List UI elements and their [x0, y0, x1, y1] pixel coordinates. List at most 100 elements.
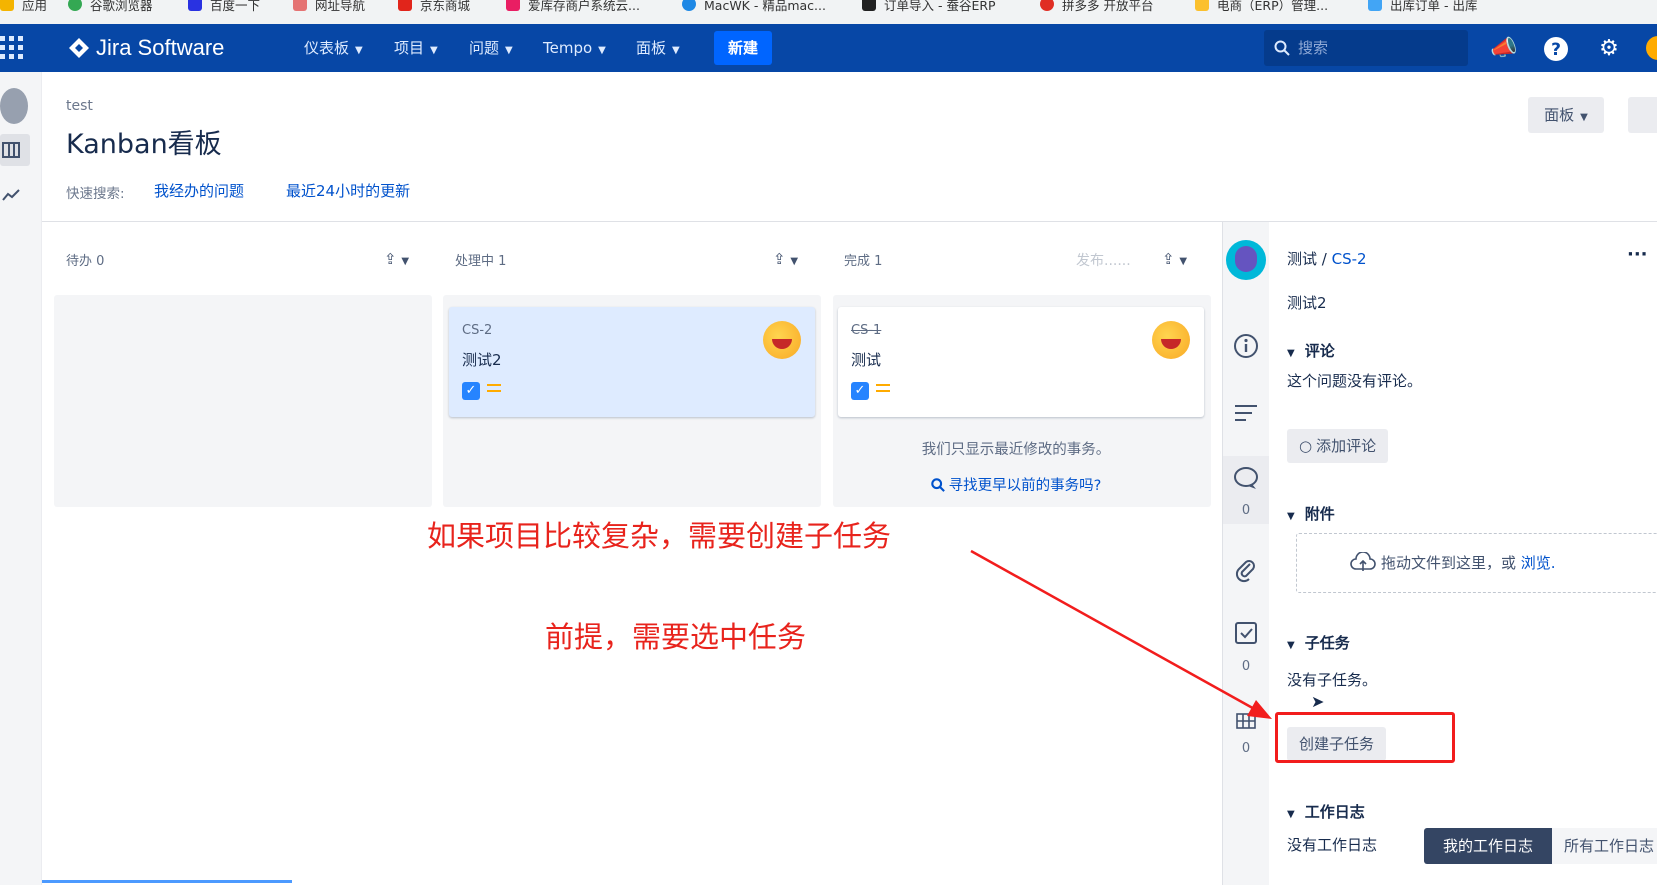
project-name[interactable]: test — [66, 98, 93, 114]
reports-chart-icon[interactable] — [2, 188, 20, 202]
issue-summary: 测试2 — [462, 351, 502, 369]
attachments-section-toggle[interactable]: ▼ 附件 — [1287, 503, 1335, 524]
issue-breadcrumb: 测试 / CS-2 — [1287, 248, 1367, 269]
issue-card-cs-2[interactable]: CS-2 测试2 ✓ — [449, 307, 815, 417]
issue-summary: 测试 — [851, 351, 882, 369]
nav-tempo[interactable]: Tempo ▼ — [543, 24, 606, 72]
nav-projects[interactable]: 项目 ▼ — [394, 24, 438, 72]
bookmark-item[interactable]: 谷歌浏览器 — [68, 0, 153, 14]
comment-icon[interactable] — [1232, 466, 1260, 490]
jd-icon — [398, 0, 412, 11]
macwk-icon — [682, 0, 696, 11]
bottom-progress-line — [42, 880, 292, 883]
left-sidebar — [0, 72, 42, 885]
jira-diamond-icon — [69, 38, 89, 58]
share-icon: ⇪ — [384, 250, 397, 268]
product-name: Jira Software — [96, 35, 225, 60]
quick-filter-my-issues[interactable]: 我经办的问题 — [154, 180, 244, 201]
create-button[interactable]: 新建 — [714, 31, 772, 65]
issue-key[interactable]: CS-1 — [851, 323, 881, 338]
release-button[interactable]: 发布...... — [1076, 250, 1131, 270]
chevron-down-icon: ▼ — [430, 45, 438, 56]
more-actions-icon[interactable]: ··· — [1627, 244, 1648, 265]
add-comment-button[interactable]: ○ 添加评论 — [1287, 429, 1389, 463]
star-icon — [1195, 0, 1209, 11]
nav-dashboards[interactable]: 仪表板 ▼ — [304, 24, 363, 72]
find-older-issues-link[interactable]: 寻找更早以前的事务吗? — [833, 474, 1199, 495]
settings-gear-icon[interactable]: ⚙ — [1596, 36, 1622, 62]
nav-boards[interactable]: 面板 ▼ — [636, 24, 680, 72]
project-avatar-icon — [1226, 240, 1266, 280]
breadcrumb-issue-key[interactable]: CS-2 — [1332, 250, 1367, 268]
bookmark-item[interactable]: 京东商城 — [398, 0, 470, 14]
pinduoduo-icon — [1040, 0, 1054, 11]
baidu-icon — [188, 0, 202, 11]
description-lines-icon[interactable] — [1232, 402, 1260, 424]
worklog-section-toggle[interactable]: ▼ 工作日志 — [1287, 801, 1365, 822]
tab-my-worklog[interactable]: 我的工作日志 — [1424, 828, 1552, 864]
store-icon — [506, 0, 520, 11]
bookmark-item[interactable]: MacWK - 精品mac... — [682, 0, 826, 14]
page-title: Kanban看板 — [66, 129, 222, 160]
chrome-icon — [68, 0, 82, 11]
column-header-todo: 待办 0 — [66, 254, 105, 269]
app-switcher-icon[interactable] — [0, 34, 26, 62]
expand-button[interactable] — [1628, 97, 1657, 133]
bookmark-item[interactable]: 订单导入 - 蚕谷ERP — [862, 0, 996, 14]
heart-icon — [1368, 0, 1382, 11]
worklog-grid-icon[interactable] — [1232, 712, 1260, 730]
breadcrumb-project[interactable]: 测试 / — [1287, 250, 1332, 268]
drop-zone-text: 拖动文件到这里，或 浏览. — [1349, 551, 1556, 573]
chevron-down-icon: ▼ — [1287, 348, 1295, 359]
bookmark-apps[interactable]: 应用 — [0, 0, 47, 14]
comment-count: 0 — [1241, 503, 1251, 518]
browse-link[interactable]: 浏览. — [1521, 554, 1556, 572]
annotation-text-2: 前提，需要选中任务 — [545, 620, 807, 654]
bookmark-item[interactable]: 电商（ERP）管理... — [1195, 0, 1328, 14]
bookmark-item[interactable]: 百度一下 — [188, 0, 260, 14]
subtasks-section-toggle[interactable]: ▼ 子任务 — [1287, 632, 1350, 653]
issue-key[interactable]: CS-2 — [462, 323, 492, 338]
attachment-paperclip-icon[interactable] — [1232, 556, 1260, 584]
erp-icon — [862, 0, 876, 11]
subtask-checklist-icon[interactable] — [1232, 621, 1260, 647]
sidebar-item-board[interactable] — [0, 134, 30, 166]
board-menu-button[interactable]: 面板 ▼ — [1528, 97, 1604, 133]
search-icon — [1274, 40, 1290, 56]
bookmark-item[interactable]: 网址导航 — [293, 0, 365, 14]
column-todo-actions[interactable]: ⇪ ▼ — [384, 250, 409, 268]
share-icon: ⇪ — [1162, 250, 1175, 268]
chevron-down-icon: ▼ — [1179, 256, 1188, 267]
search-input[interactable] — [1298, 30, 1458, 66]
comments-section-toggle[interactable]: ▼ 评论 — [1287, 340, 1335, 361]
bookmark-item[interactable]: 拼多多 开放平台 — [1040, 0, 1153, 14]
issue-card-cs-1[interactable]: CS-1 测试 ✓ — [838, 307, 1204, 417]
chevron-down-icon: ▼ — [672, 45, 680, 56]
assignee-avatar[interactable] — [763, 321, 801, 359]
tab-all-worklog[interactable]: 所有工作日志 — [1552, 828, 1657, 864]
nav-issues[interactable]: 问题 ▼ — [469, 24, 513, 72]
quick-filters-label: 快速搜索: — [66, 186, 125, 202]
bookmark-item[interactable]: 出库订单 - 出库 — [1368, 0, 1477, 14]
project-avatar[interactable] — [0, 88, 28, 124]
search-box[interactable] — [1264, 30, 1468, 66]
priority-medium-icon — [487, 384, 501, 396]
priority-medium-icon — [876, 384, 890, 396]
column-in-progress-actions[interactable]: ⇪ ▼ — [773, 250, 798, 268]
user-avatar[interactable] — [1646, 36, 1657, 60]
annotation-highlight-box — [1275, 712, 1455, 763]
info-icon[interactable] — [1232, 333, 1260, 359]
assignee-avatar[interactable] — [1152, 321, 1190, 359]
quick-filter-recent-updates[interactable]: 最近24小时的更新 — [286, 180, 410, 201]
detail-icon-rail — [1223, 222, 1269, 885]
apps-icon — [0, 0, 14, 11]
help-icon[interactable]: ? — [1543, 36, 1569, 62]
search-icon — [930, 478, 945, 492]
column-done-actions[interactable]: ⇪ ▼ — [1162, 250, 1187, 268]
top-navigation: Jira Software 仪表板 ▼ 项目 ▼ 问题 ▼ Tempo ▼ 面板 ▼ 新建… — [0, 24, 1657, 72]
attachment-drop-zone[interactable]: 拖动文件到这里，或 浏览. — [1296, 533, 1657, 593]
chevron-down-icon: ▼ — [598, 45, 606, 56]
jira-logo[interactable]: Jira Software — [68, 24, 224, 72]
bookmark-item[interactable]: 爱库存商户系统云... — [506, 0, 640, 14]
megaphone-icon[interactable]: 📣 — [1490, 36, 1517, 62]
